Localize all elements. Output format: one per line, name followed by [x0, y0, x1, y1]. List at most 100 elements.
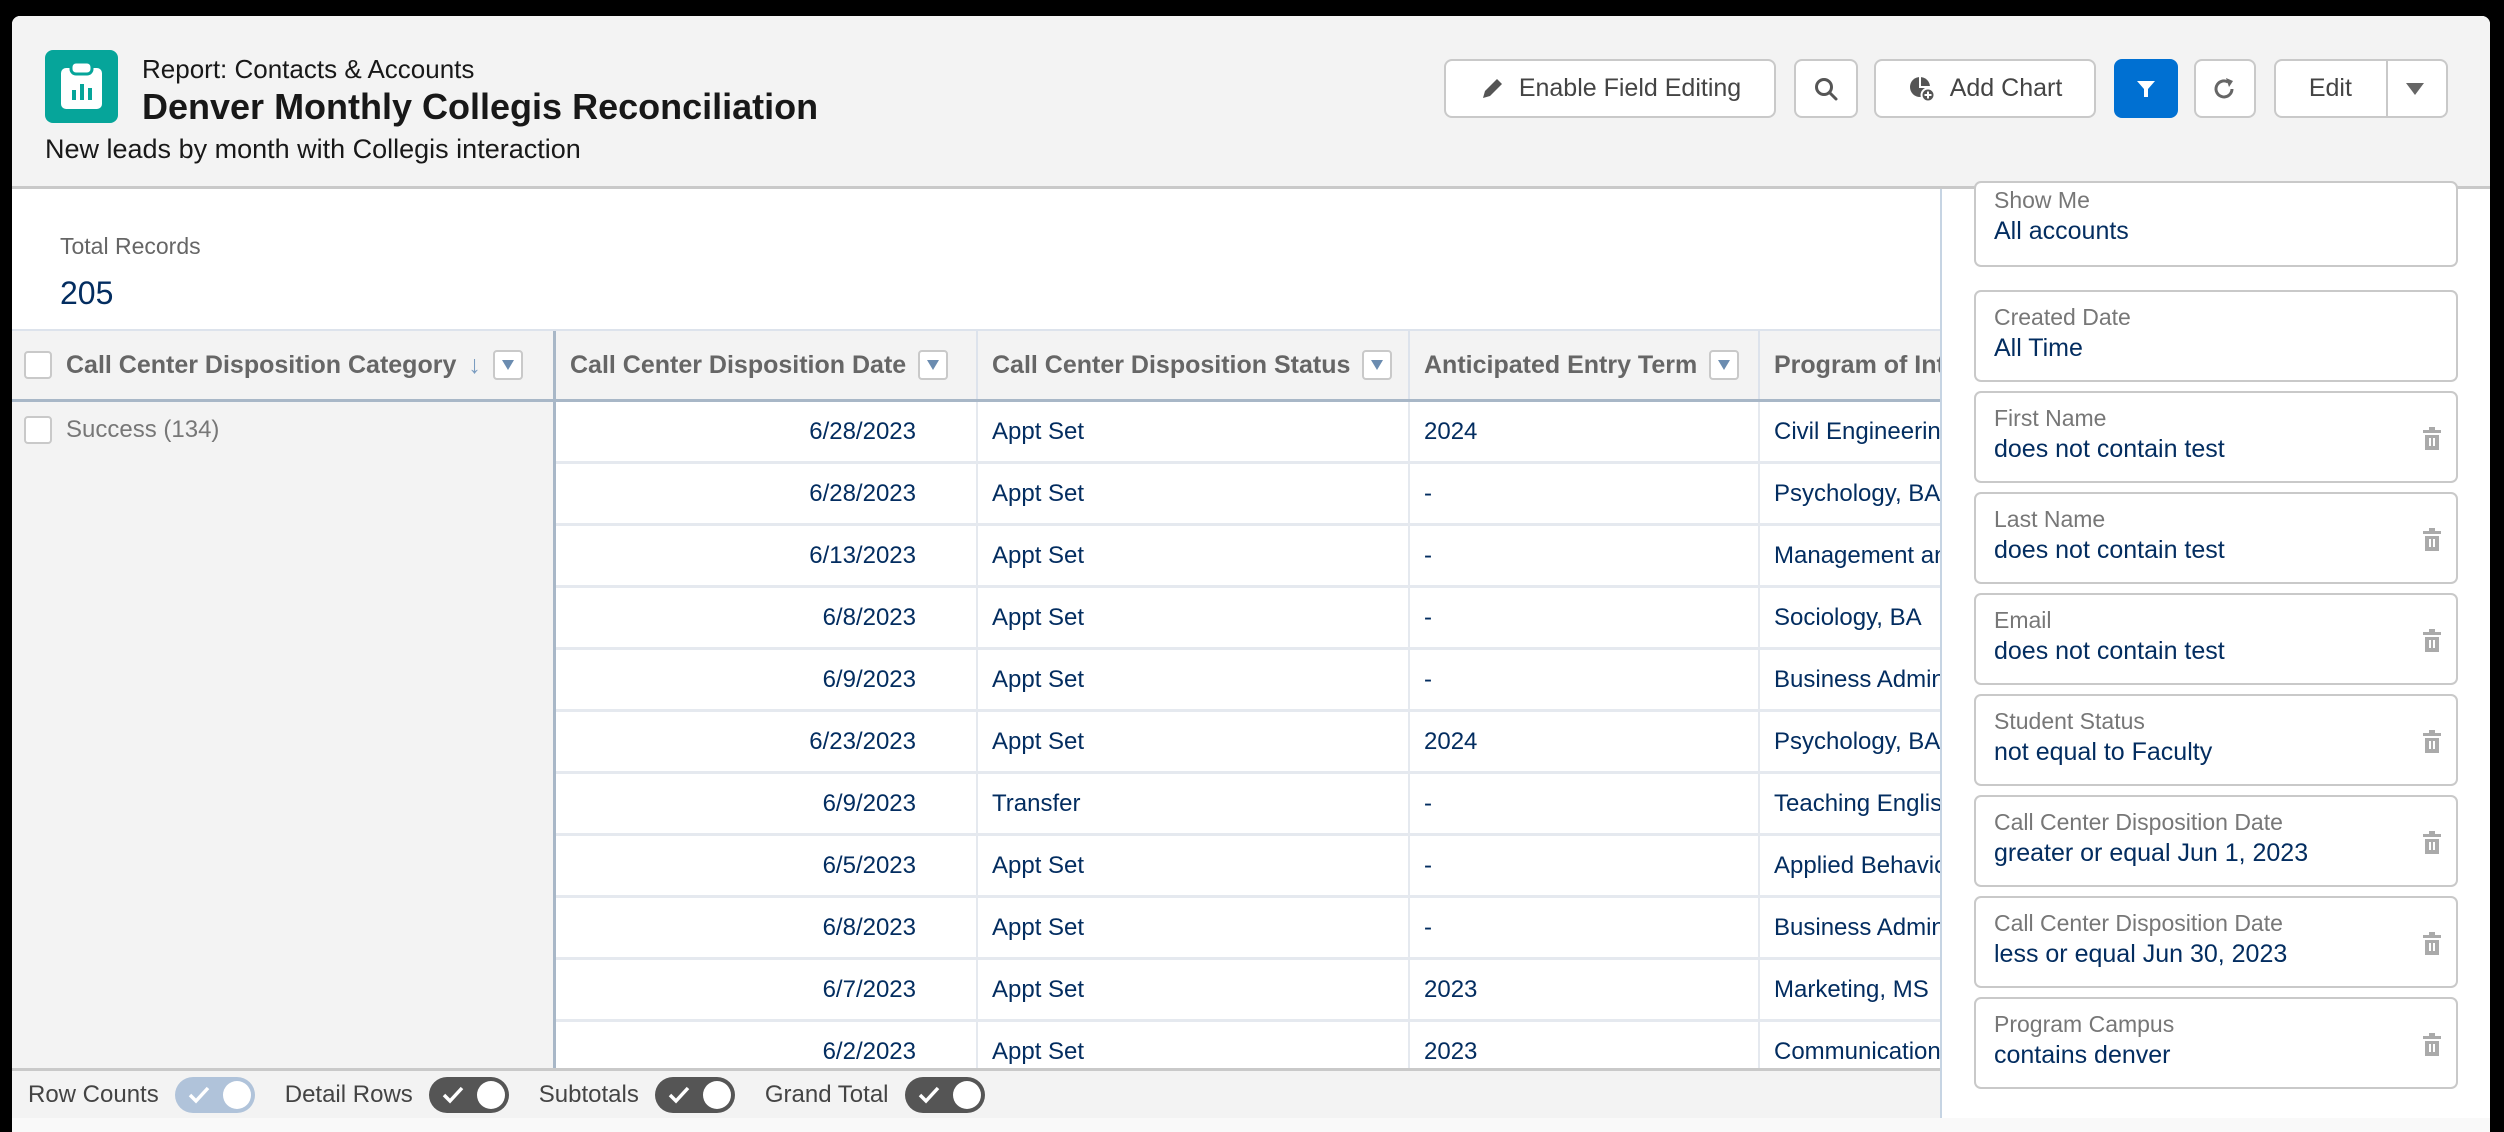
cell-status: Appt Set [978, 402, 1410, 461]
group-row-success[interactable]: Success (134) [24, 416, 219, 444]
select-all-checkbox[interactable] [24, 351, 52, 379]
page-title: Denver Monthly Collegis Reconciliation [142, 86, 819, 127]
table-row[interactable]: 6/9/2023 Appt Set - Business Admin [556, 650, 1940, 712]
filter-card[interactable]: Show Me All accounts [1974, 181, 2458, 267]
enable-field-editing-button[interactable]: Enable Field Editing [1444, 59, 1776, 118]
cell-program: Sociology, BA [1774, 603, 1922, 631]
column-header-date[interactable]: Call Center Disposition Date [556, 331, 978, 399]
toggle-knob [952, 1080, 981, 1109]
filter-card[interactable]: Email does not contain test [1974, 593, 2458, 685]
filter-toggle-button[interactable] [2114, 59, 2178, 118]
report-body: Total Records 205 Call Center Dispositio… [12, 189, 1940, 1084]
edit-split-button: Edit [2274, 59, 2448, 118]
filter-card[interactable]: Program Campus contains denver [1974, 997, 2458, 1089]
group-checkbox[interactable] [24, 416, 52, 444]
cell-program: Psychology, BA [1774, 479, 1940, 507]
filter-card[interactable]: Student Status not equal to Faculty [1974, 694, 2458, 786]
cell-status: Appt Set [978, 464, 1410, 523]
refresh-button[interactable] [2194, 59, 2256, 118]
table-rows: 6/28/2023 Appt Set 2024 Civil Engineering 6/… [556, 402, 1940, 1084]
cell-entry-term: - [1410, 898, 1760, 957]
column-label: Call Center Disposition Date [570, 350, 907, 379]
filter-value: does not contain test [1994, 536, 2225, 564]
toggle-label: Grand Total [764, 1080, 889, 1108]
cell-program: Business Admin [1774, 665, 1940, 693]
cell-status: Appt Set [978, 526, 1410, 585]
table-row[interactable]: 6/7/2023 Appt Set 2023 Marketing, MS [556, 960, 1940, 1022]
search-icon [1813, 76, 1839, 102]
column-label: Call Center Disposition Category [66, 350, 457, 379]
table-row[interactable]: 6/9/2023 Transfer - Teaching English [556, 774, 1940, 836]
edit-menu-chevron-down-icon[interactable] [2385, 82, 2446, 96]
table-row[interactable]: 6/13/2023 Appt Set - Management an [556, 526, 1940, 588]
edit-button[interactable]: Edit [2276, 74, 2385, 103]
toggle-knob [702, 1080, 731, 1109]
toggle-knob [476, 1080, 505, 1109]
toggle-switch[interactable] [904, 1076, 985, 1113]
delete-filter-trash-icon[interactable] [2422, 527, 2442, 558]
filter-funnel-icon [2135, 78, 2157, 100]
toggle-switch[interactable] [174, 1076, 255, 1113]
refresh-icon [2212, 76, 2238, 102]
total-records-value: 205 [60, 275, 114, 311]
delete-filter-trash-icon[interactable] [2422, 729, 2442, 760]
column-menu-chevron-down-icon[interactable] [1362, 350, 1393, 380]
table-row[interactable]: 6/5/2023 Appt Set - Applied Behavio [556, 836, 1940, 898]
filter-label: Program Campus [1994, 1011, 2175, 1037]
column-header-category[interactable]: Call Center Disposition Category ↓ [12, 331, 556, 399]
delete-filter-trash-icon[interactable] [2422, 830, 2442, 861]
cell-status: Appt Set [978, 712, 1410, 771]
delete-filter-trash-icon[interactable] [2422, 931, 2442, 962]
cell-entry-term: - [1410, 588, 1760, 647]
sort-descending-icon[interactable]: ↓ [468, 351, 481, 380]
table-row[interactable]: 6/23/2023 Appt Set 2024 Psychology, BA [556, 712, 1940, 774]
report-window: Report: Contacts & Accounts Denver Month… [12, 16, 2490, 1132]
cell-status: Appt Set [978, 836, 1410, 895]
column-menu-chevron-down-icon[interactable] [918, 350, 949, 380]
column-header-program[interactable]: Program of Inte [1760, 331, 1940, 399]
toggle-switch[interactable] [654, 1076, 735, 1113]
filter-value: All accounts [1994, 217, 2129, 245]
filter-card[interactable]: Last Name does not contain test [1974, 492, 2458, 584]
delete-filter-trash-icon[interactable] [2422, 628, 2442, 659]
cell-date: 6/8/2023 [556, 588, 978, 647]
filter-value: less or equal Jun 30, 2023 [1994, 940, 2288, 968]
filter-card[interactable]: Created Date All Time [1974, 290, 2458, 382]
table-row[interactable]: 6/28/2023 Appt Set 2024 Civil Engineering [556, 402, 1940, 464]
table-row[interactable]: 6/8/2023 Appt Set - Business Admin [556, 898, 1940, 960]
column-header-status[interactable]: Call Center Disposition Status [978, 331, 1410, 399]
table-row[interactable]: 6/8/2023 Appt Set - Sociology, BA [556, 588, 1940, 650]
toggle-switch[interactable] [428, 1076, 509, 1113]
cell-program: Civil Engineering [1774, 417, 1940, 445]
toggle-label: Row Counts [28, 1080, 159, 1108]
table-row[interactable]: 6/28/2023 Appt Set - Psychology, BA [556, 464, 1940, 526]
add-chart-button[interactable]: Add Chart [1874, 59, 2096, 118]
report-header: Report: Contacts & Accounts Denver Month… [12, 16, 2490, 189]
filter-card[interactable]: First Name does not contain test [1974, 391, 2458, 483]
group-column: Success (134) [12, 402, 556, 1084]
cell-date: 6/13/2023 [556, 526, 978, 585]
report-description: New leads by month with Collegis interac… [45, 134, 581, 164]
filter-card[interactable]: Call Center Disposition Date greater or e… [1974, 795, 2458, 887]
add-chart-icon [1908, 75, 1936, 103]
column-label: Anticipated Entry Term [1424, 350, 1698, 379]
cell-entry-term: - [1410, 650, 1760, 709]
filter-label: First Name [1994, 405, 2107, 431]
enable-field-editing-label: Enable Field Editing [1518, 74, 1742, 102]
checkmark-icon [187, 1083, 211, 1112]
delete-filter-trash-icon[interactable] [2422, 426, 2442, 457]
checkmark-icon [917, 1083, 941, 1112]
filter-label: Created Date [1994, 304, 2131, 330]
delete-filter-trash-icon[interactable] [2422, 1032, 2442, 1063]
filter-value: does not contain test [1994, 637, 2225, 665]
column-menu-chevron-down-icon[interactable] [1709, 350, 1740, 380]
search-button[interactable] [1794, 59, 1858, 118]
filter-value: contains denver [1994, 1041, 2171, 1069]
column-menu-chevron-down-icon[interactable] [492, 350, 523, 380]
cell-program: Business Admin [1774, 913, 1940, 941]
cell-entry-term: - [1410, 464, 1760, 523]
filter-card[interactable]: Call Center Disposition Date less or equa… [1974, 896, 2458, 988]
cell-date: 6/5/2023 [556, 836, 978, 895]
column-header-entry-term[interactable]: Anticipated Entry Term [1410, 331, 1760, 399]
add-chart-label: Add Chart [1949, 74, 2063, 102]
